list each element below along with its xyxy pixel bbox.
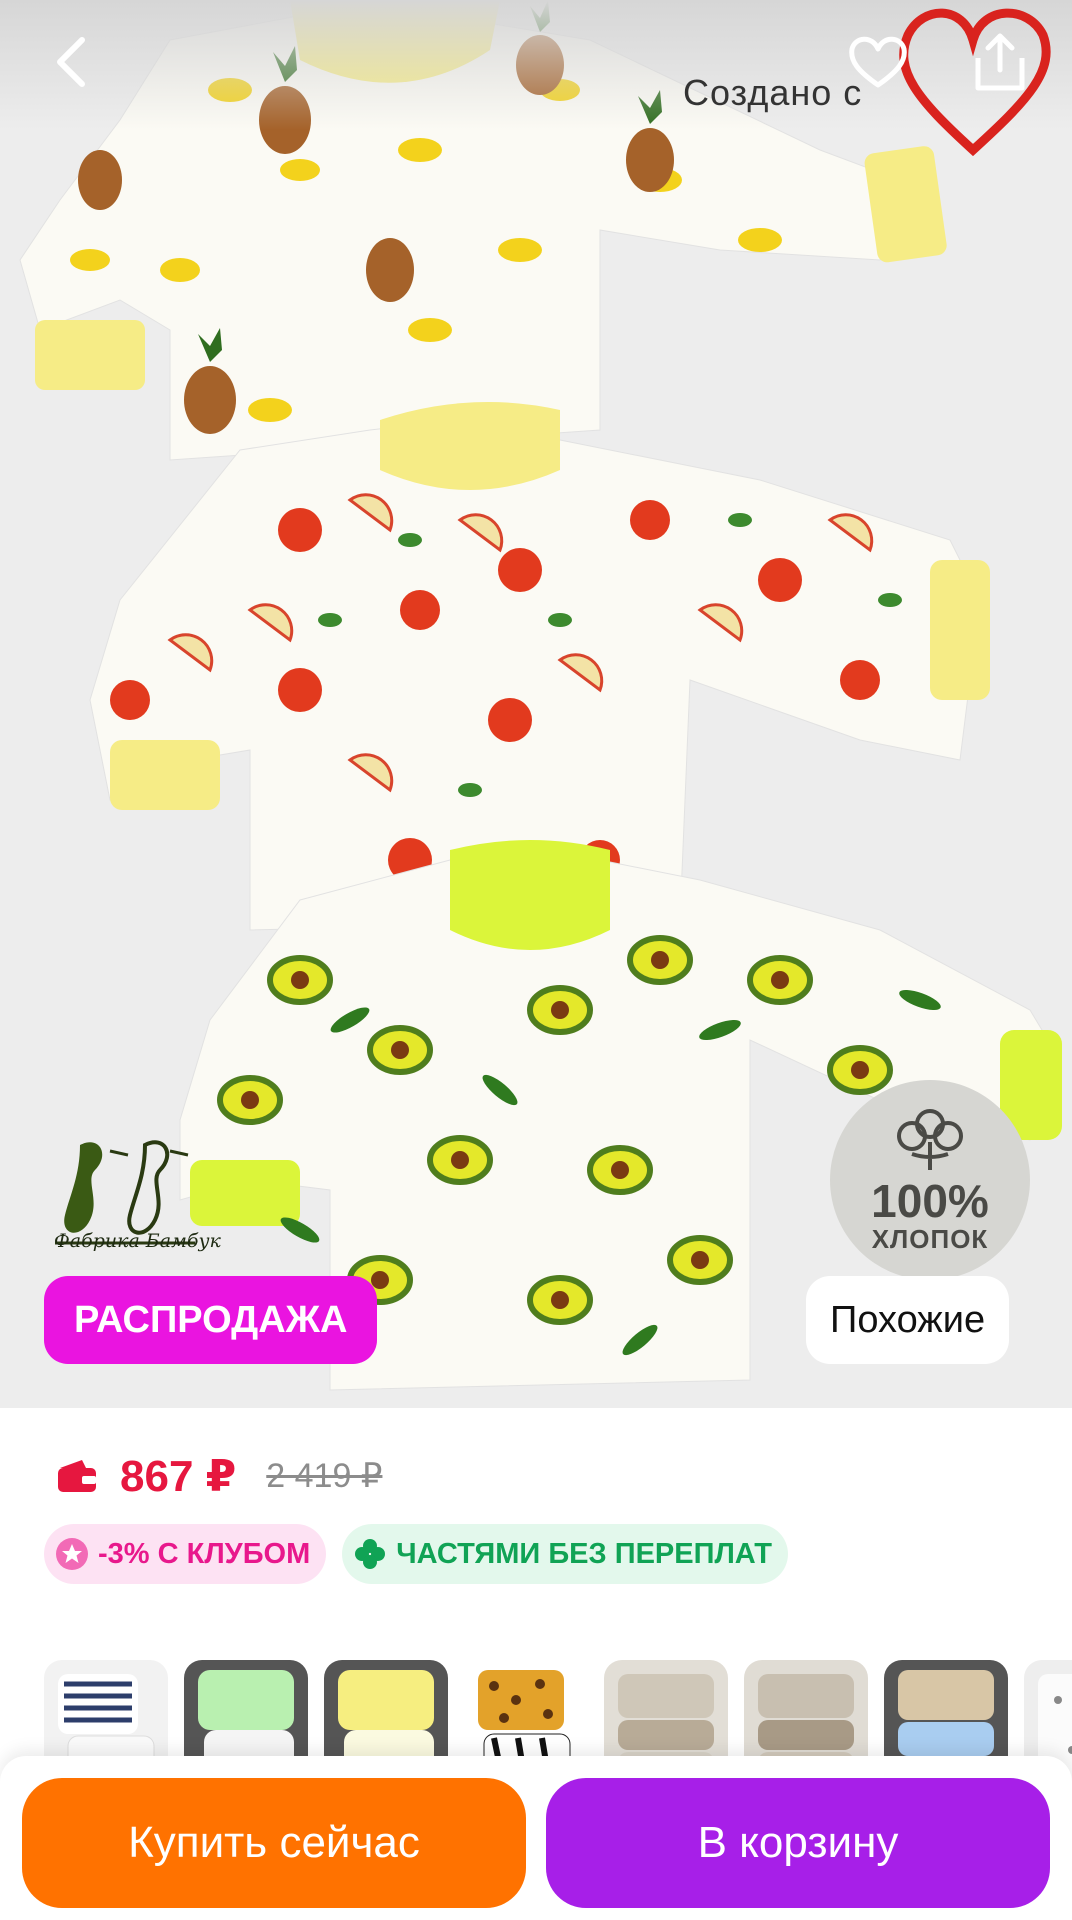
product-image-gallery[interactable]: Создано с Фабрика Бамбук 100% ХЛОПОК РАС… — [0, 0, 1072, 1408]
watermark-text: Создано с — [683, 72, 863, 113]
brand-name: Фабрика Бамбук — [54, 1230, 221, 1252]
share-icon — [975, 33, 1025, 91]
club-discount-label: -3% С КЛУБОМ — [98, 1537, 311, 1570]
price-row: 867 ₽ 2 419 ₽ — [56, 1446, 382, 1506]
heart-icon — [849, 36, 907, 88]
wallet-icon — [58, 1460, 96, 1492]
buy-now-button[interactable]: Купить сейчас — [22, 1778, 526, 1908]
similar-button[interactable]: Похожие — [806, 1276, 1010, 1364]
cotton-badge: 100% ХЛОПОК — [830, 1080, 1030, 1280]
clover-icon — [355, 1539, 386, 1569]
club-discount-chip[interactable]: -3% С КЛУБОМ — [44, 1524, 327, 1584]
current-price: 867 ₽ — [120, 1451, 237, 1501]
promo-chips: -3% С КЛУБОМ ЧАСТЯМИ БЕЗ ПЕРЕПЛАТ — [44, 1524, 789, 1584]
sale-badge: РАСПРОДАЖА — [44, 1276, 378, 1364]
installments-chip[interactable]: ЧАСТЯМИ БЕЗ ПЕРЕПЛАТ — [342, 1524, 789, 1584]
installments-label: ЧАСТЯМИ БЕЗ ПЕРЕПЛАТ — [396, 1537, 773, 1570]
back-button[interactable] — [30, 22, 110, 102]
cotton-flower-icon — [897, 1109, 963, 1170]
old-price: 2 419 ₽ — [266, 1457, 383, 1495]
cotton-percent: 100% — [871, 1175, 989, 1227]
bottom-action-bar: Купить сейчас В корзину — [0, 1756, 1072, 1920]
product-page: Создано с Фабрика Бамбук 100% ХЛОПОК РАС… — [0, 0, 1072, 1920]
cotton-word: ХЛОПОК — [871, 1224, 989, 1254]
share-button[interactable] — [960, 22, 1040, 102]
back-arrow-icon — [57, 37, 85, 87]
add-to-cart-button[interactable]: В корзину — [546, 1778, 1050, 1908]
favorite-button[interactable] — [838, 22, 918, 102]
star-badge-icon — [56, 1538, 88, 1570]
